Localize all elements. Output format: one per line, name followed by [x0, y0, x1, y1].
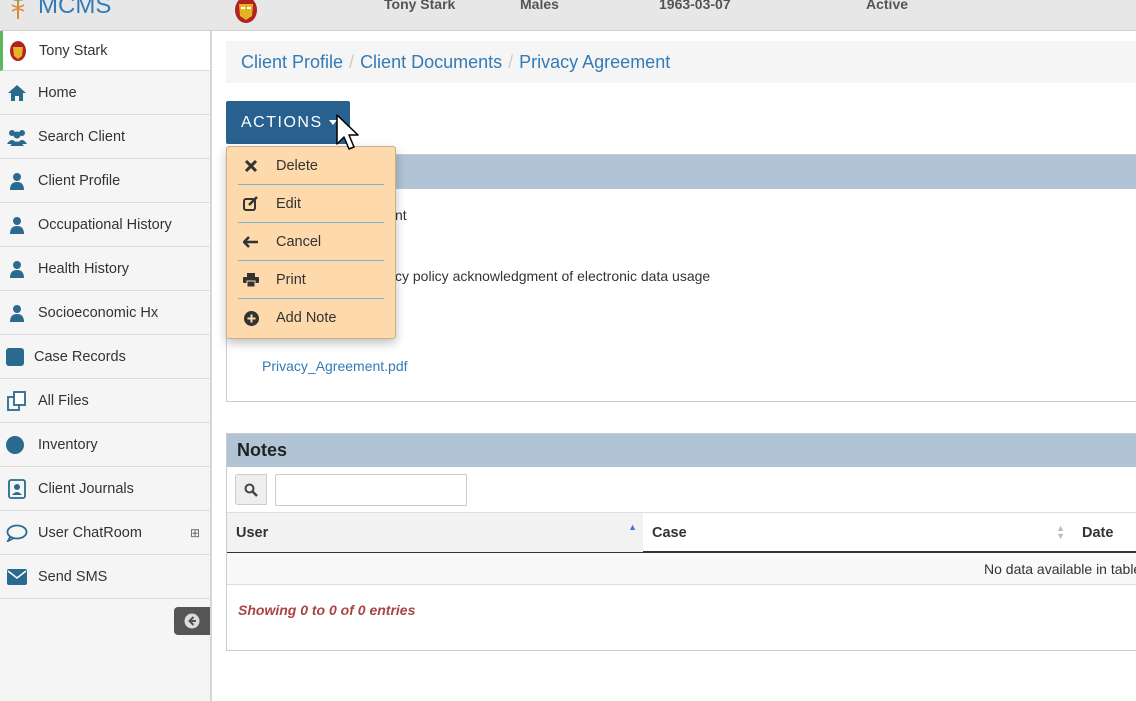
column-header-label: Case	[652, 524, 687, 541]
table-empty-row: No data available in table	[227, 553, 1136, 585]
column-header-label: Date	[1082, 524, 1114, 541]
attachment-link[interactable]: Privacy_Agreement.pdf	[262, 358, 408, 374]
sidebar-item-health-history[interactable]: Health History	[0, 247, 210, 291]
sidebar-item-label: Inventory	[38, 436, 98, 453]
column-header-user[interactable]: User ▲	[227, 513, 643, 552]
menu-item-label: Delete	[276, 157, 318, 174]
sort-icon: ▲ ▼	[1056, 523, 1065, 541]
envelope-icon	[6, 566, 28, 588]
avatar	[7, 40, 29, 62]
sidebar-item-send-sms[interactable]: Send SMS	[0, 555, 210, 599]
sidebar-item-label: Send SMS	[38, 568, 108, 585]
client-gender: Males	[520, 0, 559, 12]
document-description: cy policy acknowledgment of electronic d…	[395, 268, 711, 284]
column-header-label: User	[236, 524, 269, 541]
menu-item-edit[interactable]: Edit	[238, 185, 384, 223]
sidebar-item-search-client[interactable]: Search Client	[0, 115, 210, 159]
sidebar-item-label: Occupational History	[38, 216, 172, 233]
home-icon	[6, 82, 28, 104]
arrow-circle-left-icon	[184, 613, 200, 629]
sidebar-item-label: Search Client	[38, 128, 126, 145]
sidebar-item-home[interactable]: Home	[0, 71, 210, 115]
sidebar-item-label: Case Records	[34, 348, 126, 365]
sidebar-item-occupational-history[interactable]: Occupational History	[0, 203, 210, 247]
sidebar-item-label: Client Journals	[38, 480, 134, 497]
plus-circle-icon	[238, 310, 264, 326]
client-avatar	[235, 0, 257, 23]
breadcrumb-privacy-agreement[interactable]: Privacy Agreement	[519, 52, 670, 73]
sidebar-item-client[interactable]: Tony Stark	[0, 31, 210, 71]
menu-item-label: Print	[276, 271, 306, 288]
menu-item-print[interactable]: Print	[238, 261, 384, 299]
actions-button-label: ACTIONS	[241, 113, 323, 131]
top-bar: MCMS Tony Stark Males 1963-03-07 Active	[0, 0, 1136, 31]
user-icon	[6, 170, 28, 192]
breadcrumb-separator: /	[349, 51, 355, 72]
contact-icon	[6, 478, 28, 500]
search-button[interactable]	[235, 474, 267, 505]
client-name: Tony Stark	[384, 0, 456, 12]
square-icon	[6, 346, 24, 368]
print-icon	[238, 272, 264, 287]
menu-item-add-note[interactable]: Add Note	[238, 299, 384, 337]
circle-icon	[6, 434, 24, 456]
sort-ascending-icon: ▲	[628, 522, 637, 532]
user-icon	[6, 302, 28, 324]
brand[interactable]: MCMS	[6, 0, 111, 20]
files-icon	[6, 390, 28, 412]
mouse-cursor-icon	[336, 114, 359, 150]
edit-icon	[238, 195, 264, 212]
notes-title: Notes	[227, 434, 1136, 467]
column-header-date[interactable]: Date	[1073, 513, 1136, 552]
sidebar-item-label: Client Profile	[38, 172, 121, 189]
search-icon	[244, 483, 258, 497]
column-header-case[interactable]: Case ▲ ▼	[643, 513, 1073, 552]
caduceus-icon	[11, 0, 25, 19]
client-status: Active	[866, 0, 909, 12]
arrow-left-icon	[238, 235, 264, 248]
users-icon	[6, 126, 28, 148]
sidebar-item-label: User ChatRoom	[38, 524, 142, 541]
chat-icon	[6, 522, 28, 544]
sidebar-item-label: Socioeconomic Hx	[38, 304, 159, 321]
actions-button[interactable]: ACTIONS	[226, 101, 350, 144]
breadcrumb: Client Profile / Client Documents / Priv…	[226, 41, 1136, 83]
actions-dropdown-menu: Delete Edit Cancel Print Add Note	[226, 146, 396, 339]
notes-panel: Notes User ▲ Case ▲ ▼ Date No data availa…	[226, 433, 1136, 651]
sidebar-item-label: Tony Stark	[39, 42, 108, 59]
sidebar: Tony Stark Home Search Client Client Pro…	[0, 31, 212, 701]
breadcrumb-separator: /	[508, 51, 514, 72]
table-header: User ▲ Case ▲ ▼ Date	[227, 512, 1136, 553]
breadcrumb-client-documents[interactable]: Client Documents	[360, 52, 502, 73]
notes-search-input[interactable]	[275, 474, 467, 506]
sidebar-item-client-profile[interactable]: Client Profile	[0, 159, 210, 203]
brand-name: MCMS	[38, 0, 112, 19]
client-dob: 1963-03-07	[659, 0, 731, 12]
sidebar-item-label: All Files	[38, 392, 89, 409]
sidebar-item-label: Home	[38, 84, 77, 101]
user-icon	[6, 258, 28, 280]
expand-icon[interactable]: ⊞	[190, 526, 200, 540]
times-icon	[238, 159, 264, 173]
collapse-sidebar-button[interactable]	[174, 607, 210, 635]
sidebar-item-socioeconomic-hx[interactable]: Socioeconomic Hx	[0, 291, 210, 335]
menu-item-delete[interactable]: Delete	[238, 147, 384, 185]
sidebar-item-all-files[interactable]: All Files	[0, 379, 210, 423]
sidebar-item-case-records[interactable]: Case Records	[0, 335, 210, 379]
breadcrumb-client-profile[interactable]: Client Profile	[241, 52, 343, 73]
table-info: Showing 0 to 0 of 0 entries	[238, 602, 416, 618]
sidebar-item-label: Health History	[38, 260, 130, 277]
menu-item-label: Cancel	[276, 233, 322, 250]
sidebar-item-client-journals[interactable]: Client Journals	[0, 467, 210, 511]
user-icon	[6, 214, 28, 236]
sidebar-item-user-chatroom[interactable]: User ChatRoom ⊞	[0, 511, 210, 555]
menu-item-label: Add Note	[276, 310, 337, 326]
document-field-text: nt	[395, 207, 407, 223]
empty-message: No data available in table	[984, 560, 1136, 577]
menu-item-cancel[interactable]: Cancel	[238, 223, 384, 261]
menu-item-label: Edit	[276, 195, 301, 212]
sidebar-item-inventory[interactable]: Inventory	[0, 423, 210, 467]
